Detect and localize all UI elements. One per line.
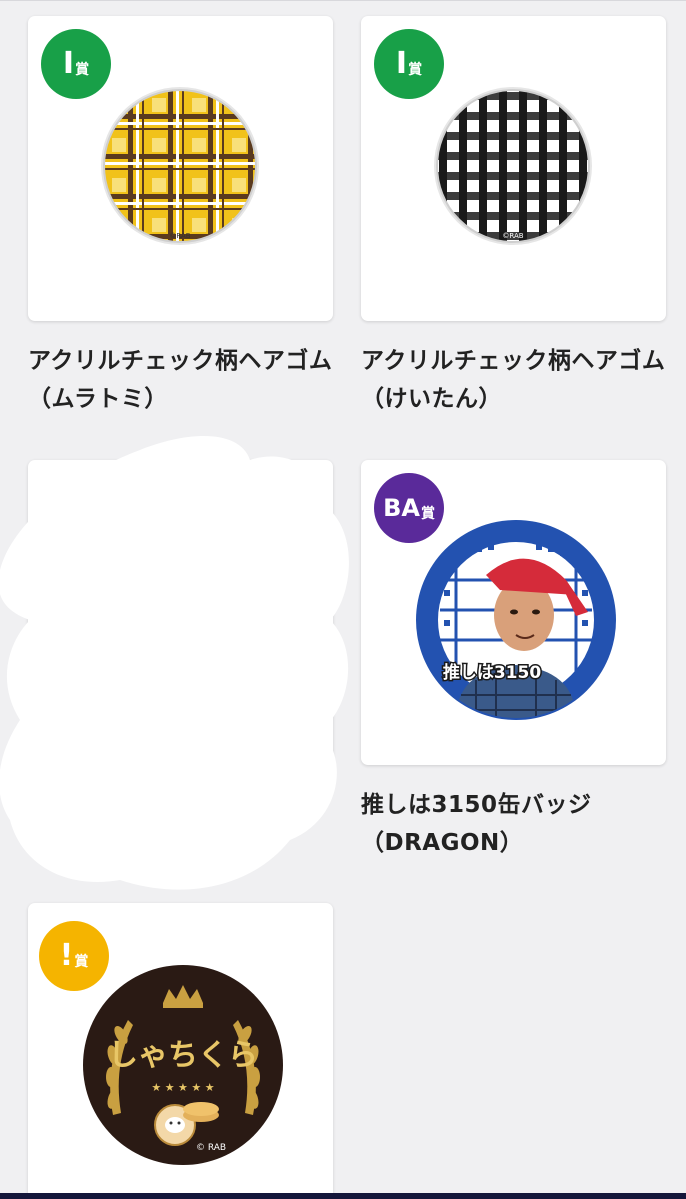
copyright-text: ©RAB [502, 232, 523, 240]
shachikura-badge-image: しゃちくら ★ ★ ★ ★ ★ © RAB [83, 965, 283, 1165]
prize-card-shachikura[interactable]: ! 賞 しゃちくら ★ ★ ★ ★ ★ © RAB [28, 903, 333, 1199]
yellow-check-hair-tie-image: ©RAB [101, 87, 259, 245]
copyright-text: ©RAB [169, 232, 190, 240]
badge-rank-letter: I [62, 46, 75, 81]
black-gingham-hair-tie-image: ©RAB [434, 87, 592, 245]
svg-text:★ ★ ★ ★ ★: ★ ★ ★ ★ ★ [151, 1081, 214, 1094]
prize-card-keitan[interactable]: I賞 ©RAB [361, 16, 666, 321]
top-divider [0, 0, 686, 1]
prize-card-dragon[interactable]: BA 賞 推しは3150 [361, 460, 666, 765]
badge-rank-letter: ! [59, 938, 74, 973]
prize-list-page: I賞 ©RAB アクリルチェック柄ヘアゴム（ムラトミ） I 賞 ©RAB アクリ… [0, 0, 686, 1199]
dragon-can-badge-image: 推しは3150 [416, 520, 616, 720]
badge-rank-letter: BA [383, 494, 420, 522]
brand-logo-text: しゃちくら [108, 1038, 258, 1073]
prize-card-muratomi[interactable]: I賞 ©RAB [28, 16, 333, 321]
prize-title-keitan[interactable]: アクリルチェック柄ヘアゴム（けいたん） [361, 342, 673, 418]
scribble-redaction [0, 436, 349, 890]
badge-prize-suffix: 賞 [75, 62, 90, 78]
badge-prize-suffix: 賞 [408, 62, 423, 78]
copyright-text: © RAB [196, 1143, 226, 1153]
bottom-navigation-bar [0, 1193, 686, 1199]
badge-rank-letter: I [395, 46, 408, 81]
badge-slogan-text: 推しは3150 [443, 662, 541, 683]
prize-title-muratomi[interactable]: アクリルチェック柄ヘアゴム（ムラトミ） [28, 342, 340, 418]
prize-title-dragon[interactable]: 推しは3150缶バッジ（DRAGON） [361, 786, 673, 862]
